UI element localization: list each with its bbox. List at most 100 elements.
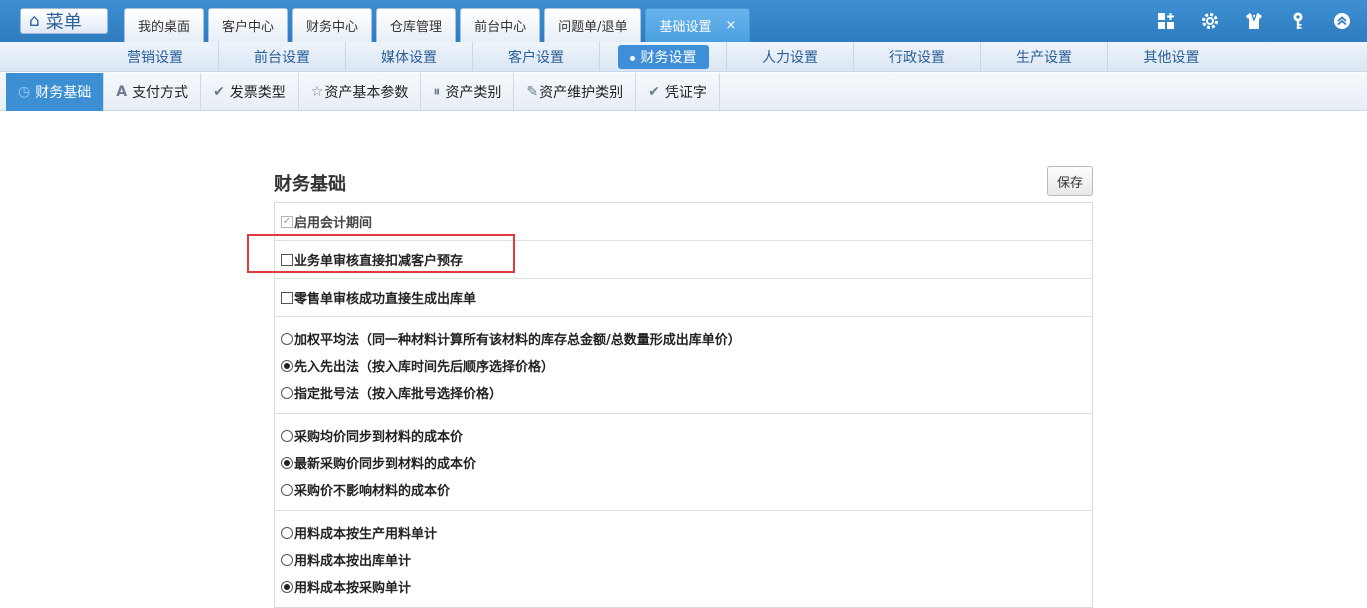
tab-finance-basics[interactable]: ◷ 财务基础 xyxy=(6,73,105,111)
deduct-customer-deposit-option[interactable]: 业务单审核直接扣减客户预存 xyxy=(281,246,463,273)
letter-a-icon: A xyxy=(116,84,128,100)
costing-method-group: 加权平均法（同一种材料计算所有该材料的库存总金额/总数量形成出库单价） 先入先出… xyxy=(275,317,1092,414)
subnav-label: 行政设置 xyxy=(889,50,945,66)
tab-finance-center[interactable]: 财务中心 xyxy=(292,8,373,42)
subnav-label: 媒体设置 xyxy=(381,50,437,66)
cost-by-purchase-order-option[interactable]: 用料成本按采购单计 xyxy=(281,573,1086,600)
tab-label: 财务基础 xyxy=(35,85,92,101)
avg-purchase-sync-option[interactable]: 采购均价同步到材料的成本价 xyxy=(281,422,1086,449)
tab-customer-center[interactable]: 客户中心 xyxy=(208,8,289,42)
main-menu-label: 菜单 xyxy=(45,12,82,33)
subnav-media-settings[interactable]: 媒体设置 xyxy=(346,42,473,72)
settings-row: 业务单审核直接扣减客户预存 xyxy=(275,241,1092,279)
option-label: 用料成本按出库单计 xyxy=(294,554,412,569)
specific-batch-radio[interactable] xyxy=(281,386,293,399)
subnav-other-settings[interactable]: 其他设置 xyxy=(1108,42,1235,72)
material-cost-basis-group: 用料成本按生产用料单计 用料成本按出库单计 用料成本按采购单计 xyxy=(275,511,1092,607)
subnav-customer-settings[interactable]: 客户设置 xyxy=(473,42,600,72)
main-menu-button[interactable]: ⌂ 菜单 xyxy=(20,8,108,34)
deduct-customer-deposit-checkbox[interactable] xyxy=(281,253,293,266)
subnav-production-settings[interactable]: 生产设置 xyxy=(981,42,1108,72)
tab-asset-categories[interactable]: ⏸ 资产类别 xyxy=(421,73,515,111)
option-label: 加权平均法（同一种材料计算所有该材料的库存总金额/总数量形成出库单价） xyxy=(294,333,741,348)
tab-label: 财务中心 xyxy=(306,20,359,35)
tab-payment-methods[interactable]: A 支付方式 xyxy=(104,73,202,111)
option-label: 业务单审核直接扣减客户预存 xyxy=(294,254,464,269)
retail-auto-outbound-option[interactable]: 零售单审核成功直接生成出库单 xyxy=(281,284,476,311)
cost-by-production-order-option[interactable]: 用料成本按生产用料单计 xyxy=(281,519,1086,546)
tab-issues-returns[interactable]: 问题单/退单 xyxy=(544,8,642,42)
subnav-label: 前台设置 xyxy=(254,50,310,66)
grid-add-icon[interactable] xyxy=(1155,10,1177,32)
tab-label: 支付方式 xyxy=(132,85,189,101)
collapse-up-icon[interactable] xyxy=(1331,10,1353,32)
tab-label: 资产基本参数 xyxy=(324,85,409,101)
checkmark-icon: ✔ xyxy=(648,84,660,100)
active-dot-icon xyxy=(629,55,635,61)
tab-invoice-types[interactable]: ✔ 发票类型 xyxy=(201,73,299,111)
save-button[interactable]: 保存 xyxy=(1047,166,1093,196)
cost-by-purchase-order-radio[interactable] xyxy=(281,580,293,593)
fifo-radio[interactable] xyxy=(281,359,293,372)
tab-my-desktop[interactable]: 我的桌面 xyxy=(124,8,205,42)
latest-purchase-sync-radio[interactable] xyxy=(281,456,293,469)
fifo-option[interactable]: 先入先出法（按入库时间先后顺序选择价格） xyxy=(281,352,1086,379)
pencil-icon: ✎ xyxy=(526,84,539,100)
finance-basics-form: 财务基础 保存 ✓ 启用会计期间 业务单审核直接扣减客户预存 零售单审核成功直接… xyxy=(274,166,1094,608)
pause-circle-icon: ⏸ xyxy=(433,84,441,100)
latest-purchase-sync-option[interactable]: 最新采购价同步到材料的成本价 xyxy=(281,449,1086,476)
enable-accounting-period-checkbox: ✓ xyxy=(281,215,293,228)
specific-batch-option[interactable]: 指定批号法（按入库批号选择价格） xyxy=(281,379,1086,406)
tab-label: 前台中心 xyxy=(474,20,527,35)
tab-label: 仓库管理 xyxy=(390,20,443,35)
option-label: 用料成本按采购单计 xyxy=(294,581,412,596)
subnav-admin-settings[interactable]: 行政设置 xyxy=(854,42,981,72)
shirt-icon[interactable] xyxy=(1243,10,1265,32)
tab-label: 基础设置 xyxy=(659,20,712,35)
tab-asset-basic-params[interactable]: ☆ 资产基本参数 xyxy=(299,73,422,111)
purchase-no-effect-radio[interactable] xyxy=(281,483,293,496)
option-label: 先入先出法（按入库时间先后顺序选择价格） xyxy=(294,360,555,375)
weighted-average-radio[interactable] xyxy=(281,332,293,345)
subnav-label: 财务设置 xyxy=(640,50,697,66)
gear-icon[interactable] xyxy=(1199,10,1221,32)
purchase-no-effect-option[interactable]: 采购价不影响材料的成本价 xyxy=(281,476,1086,503)
subnav-label: 生产设置 xyxy=(1016,50,1072,66)
cost-by-outbound-order-radio[interactable] xyxy=(281,553,293,566)
subnav-finance-settings[interactable]: 财务设置 xyxy=(600,42,727,72)
settings-panel: ✓ 启用会计期间 业务单审核直接扣减客户预存 零售单审核成功直接生成出库单 加权… xyxy=(274,202,1093,608)
subnav-hr-settings[interactable]: 人力设置 xyxy=(727,42,854,72)
checkmark-icon: ✔ xyxy=(213,84,225,100)
tab-basic-settings[interactable]: 基础设置 × xyxy=(645,8,751,42)
settings-row: 零售单审核成功直接生成出库单 xyxy=(275,279,1092,317)
option-label: 最新采购价同步到材料的成本价 xyxy=(294,457,477,472)
option-label: 采购价不影响材料的成本价 xyxy=(294,484,451,499)
tab-label: 我的桌面 xyxy=(138,20,191,35)
option-label: 零售单审核成功直接生成出库单 xyxy=(294,292,477,307)
purchase-price-sync-group: 采购均价同步到材料的成本价 最新采购价同步到材料的成本价 采购价不影响材料的成本… xyxy=(275,414,1092,511)
finance-settings-tabs: ◷ 财务基础 A 支付方式 ✔ 发票类型 ☆ 资产基本参数 ⏸ 资产类别 ✎ 资… xyxy=(0,73,1367,111)
option-label: 采购均价同步到材料的成本价 xyxy=(294,430,464,445)
star-outline-icon: ☆ xyxy=(310,84,324,100)
avg-purchase-sync-radio[interactable] xyxy=(281,429,293,442)
option-label: 用料成本按生产用料单计 xyxy=(294,527,438,542)
subnav-front-desk-settings[interactable]: 前台设置 xyxy=(219,42,346,72)
option-label: 指定批号法（按入库批号选择价格） xyxy=(294,387,503,402)
subnav-label: 人力设置 xyxy=(762,50,818,66)
tab-warehouse-management[interactable]: 仓库管理 xyxy=(376,8,457,42)
module-tabs: 我的桌面 客户中心 财务中心 仓库管理 前台中心 问题单/退单 基础设置 × xyxy=(124,8,754,42)
tab-front-desk-center[interactable]: 前台中心 xyxy=(460,8,541,42)
settings-row: ✓ 启用会计期间 xyxy=(275,203,1092,241)
tab-label: 凭证字 xyxy=(664,85,707,101)
close-icon[interactable]: × xyxy=(725,18,736,33)
tab-voucher-words[interactable]: ✔ 凭证字 xyxy=(636,73,720,111)
cost-by-outbound-order-option[interactable]: 用料成本按出库单计 xyxy=(281,546,1086,573)
enable-accounting-period-option: ✓ 启用会计期间 xyxy=(281,208,372,235)
subnav-label: 客户设置 xyxy=(508,50,564,66)
weighted-average-option[interactable]: 加权平均法（同一种材料计算所有该材料的库存总金额/总数量形成出库单价） xyxy=(281,325,1086,352)
tab-asset-maintenance-categories[interactable]: ✎ 资产维护类别 xyxy=(514,73,637,111)
subnav-marketing-settings[interactable]: 营销设置 xyxy=(92,42,219,72)
key-icon[interactable] xyxy=(1287,10,1309,32)
cost-by-production-order-radio[interactable] xyxy=(281,526,293,539)
retail-auto-outbound-checkbox[interactable] xyxy=(281,291,293,304)
